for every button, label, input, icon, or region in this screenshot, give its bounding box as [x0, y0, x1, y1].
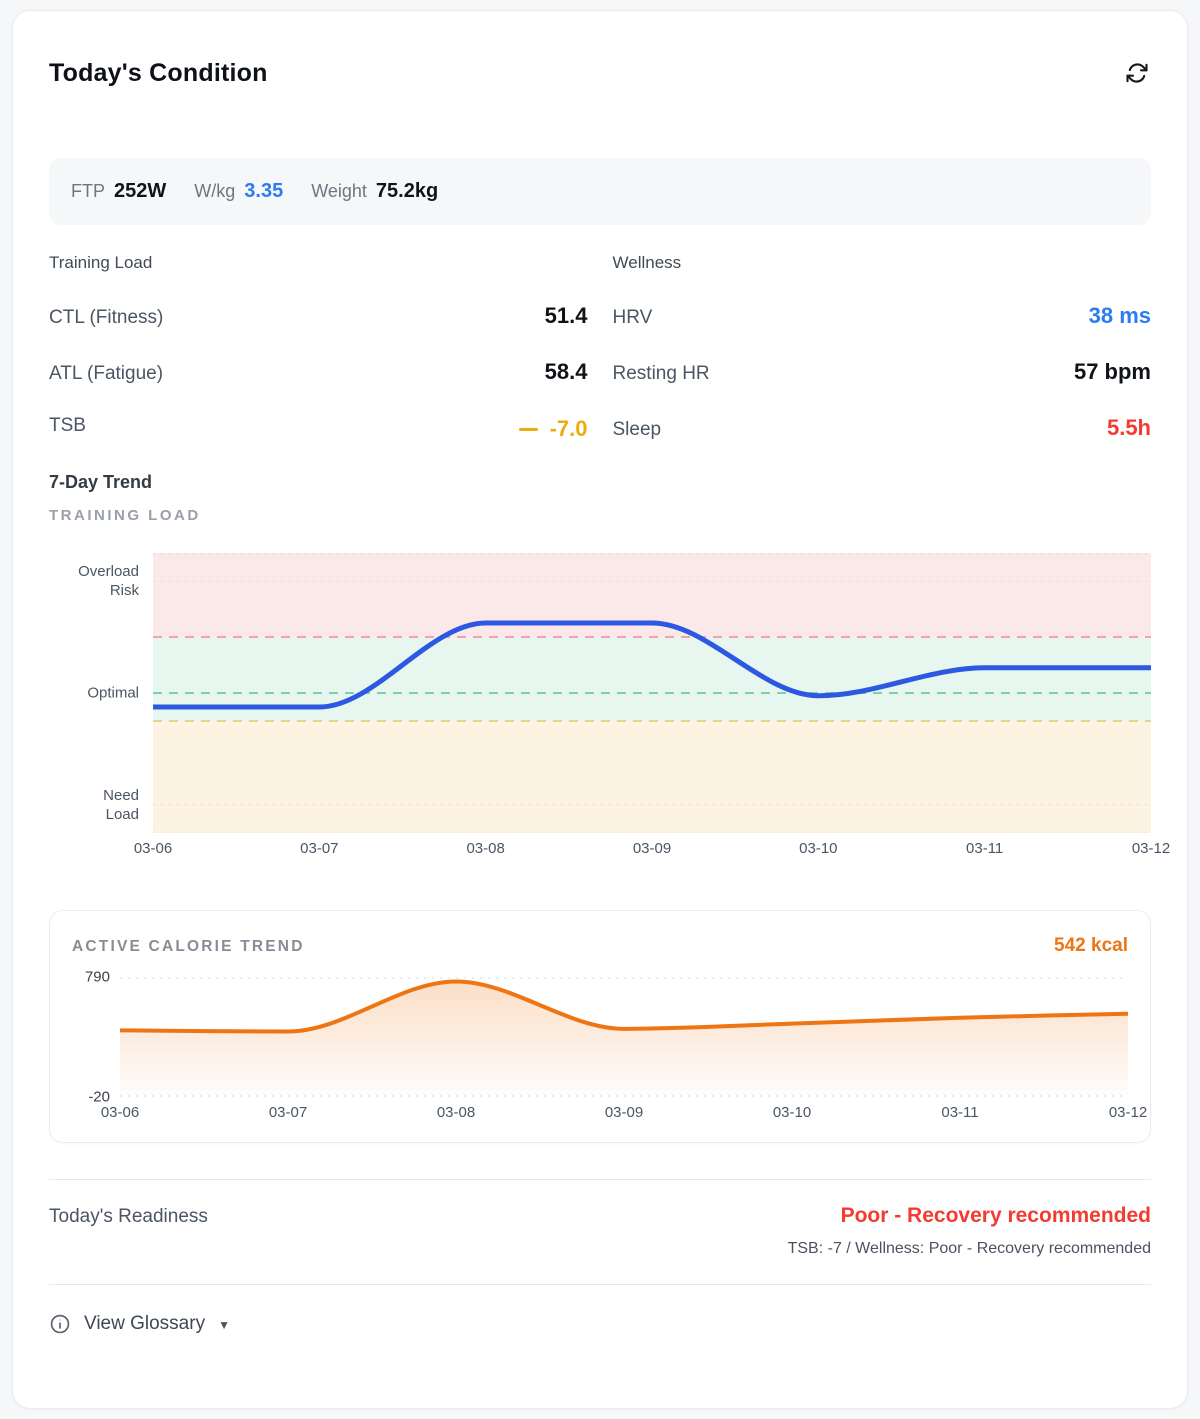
x-tick-label: 03-07 — [269, 1104, 307, 1121]
resting-hr-label: Resting HR — [613, 363, 710, 385]
y-tick-label: 790 — [85, 969, 110, 986]
readiness-status: Poor - Recovery recommended — [788, 1204, 1151, 1228]
y-zone-label: Optimal — [87, 684, 139, 703]
x-tick-label: 03-06 — [101, 1104, 139, 1121]
x-tick-label: 03-11 — [941, 1104, 978, 1121]
wkg-label: W/kg — [194, 181, 235, 202]
chevron-down-icon: ▼ — [218, 1316, 230, 1332]
tsb-number: -7.0 — [550, 416, 588, 442]
active-calorie-trend-label: ACTIVE CALORIE TREND — [72, 938, 305, 956]
y-zone-label: OverloadRisk — [78, 562, 139, 600]
x-tick-label: 03-10 — [773, 1104, 811, 1121]
metric-row-hrv: HRV 38 ms — [613, 303, 1152, 329]
view-glossary-toggle[interactable]: View Glossary ▼ — [49, 1313, 230, 1335]
card-header: Today's Condition — [49, 59, 1151, 88]
sleep-value: 5.5h — [1107, 415, 1151, 441]
wkg-stat: W/kg 3.35 — [194, 180, 283, 203]
info-icon — [49, 1313, 71, 1335]
x-tick-label: 03-11 — [966, 840, 1003, 857]
tsb-label: TSB — [49, 415, 86, 437]
calorie-plot — [120, 977, 1128, 1097]
atl-label: ATL (Fatigue) — [49, 363, 163, 385]
metric-row-sleep: Sleep 5.5h — [613, 415, 1152, 441]
calorie-current-value: 542 kcal — [1054, 935, 1128, 957]
refresh-button[interactable] — [1123, 59, 1151, 87]
ctl-label: CTL (Fitness) — [49, 307, 163, 329]
hrv-value: 38 ms — [1089, 303, 1151, 329]
training-load-section: Training Load CTL (Fitness) 51.4 ATL (Fa… — [49, 253, 588, 442]
training-load-chart-label: TRAINING LOAD — [49, 507, 1151, 524]
seven-day-trend-title: 7-Day Trend — [49, 472, 1151, 493]
training-load-line-svg — [153, 553, 1151, 833]
x-tick-label: 03-09 — [633, 840, 671, 857]
wkg-value: 3.35 — [244, 180, 283, 203]
weight-value: 75.2kg — [376, 180, 438, 203]
readiness-section: Today's Readiness Poor - Recovery recomm… — [49, 1204, 1151, 1258]
x-tick-label: 03-10 — [799, 840, 837, 857]
resting-hr-value: 57 bpm — [1074, 359, 1151, 385]
x-tick-label: 03-08 — [437, 1104, 475, 1121]
calorie-area-svg — [120, 977, 1128, 1097]
readiness-detail: TSB: -7 / Wellness: Poor - Recovery reco… — [788, 1240, 1151, 1258]
training-load-plot — [153, 553, 1151, 833]
calorie-y-axis-labels: 790-20 — [72, 977, 120, 1097]
readiness-label: Today's Readiness — [49, 1204, 208, 1228]
todays-condition-card: Today's Condition FTP 252W W/kg 3.35 — [12, 10, 1188, 1409]
weight-stat: Weight 75.2kg — [311, 180, 438, 203]
atl-value: 58.4 — [545, 359, 588, 385]
wellness-header: Wellness — [613, 253, 1152, 273]
ctl-value: 51.4 — [545, 303, 588, 329]
view-glossary-label: View Glossary — [84, 1313, 205, 1335]
training-load-chart: OverloadRisk Optimal NeedLoad 03-06 03-07 03… — [49, 553, 1151, 860]
wellness-section: Wellness HRV 38 ms Resting HR 57 bpm Sle… — [613, 253, 1152, 442]
hrv-label: HRV — [613, 307, 653, 329]
athlete-stats-bar: FTP 252W W/kg 3.35 Weight 75.2kg — [49, 158, 1151, 225]
x-tick-label: 03-12 — [1109, 1104, 1147, 1121]
metric-row-tsb: TSB -7.0 — [49, 415, 588, 442]
metric-row-atl: ATL (Fatigue) 58.4 — [49, 359, 588, 385]
weight-label: Weight — [311, 181, 367, 202]
ftp-label: FTP — [71, 181, 105, 202]
refresh-icon — [1125, 61, 1149, 85]
x-tick-label: 03-09 — [605, 1104, 643, 1121]
divider — [49, 1179, 1151, 1180]
chart-y-axis-labels: OverloadRisk Optimal NeedLoad — [49, 553, 153, 833]
page: Today's Condition FTP 252W W/kg 3.35 — [0, 0, 1200, 1419]
x-tick-label: 03-06 — [134, 840, 172, 857]
ftp-value: 252W — [114, 180, 166, 203]
active-calorie-card: ACTIVE CALORIE TREND 542 kcal 790-20 03-… — [49, 910, 1151, 1143]
flat-trend-icon — [519, 428, 538, 432]
ftp-stat: FTP 252W — [71, 180, 166, 203]
x-tick-label: 03-07 — [300, 840, 338, 857]
training-load-header: Training Load — [49, 253, 588, 273]
x-tick-label: 03-12 — [1132, 840, 1170, 857]
y-zone-label: NeedLoad — [103, 786, 139, 824]
sleep-label: Sleep — [613, 419, 662, 441]
metric-row-ctl: CTL (Fitness) 51.4 — [49, 303, 588, 329]
calorie-x-axis-labels: 03-0603-0703-0803-0903-1003-1103-12 — [120, 1102, 1128, 1124]
metric-row-resting-hr: Resting HR 57 bpm — [613, 359, 1152, 385]
chart-x-axis-labels: 03-0603-0703-0803-0903-1003-1103-12 — [153, 838, 1151, 860]
divider — [49, 1284, 1151, 1285]
metrics-grid: Training Load CTL (Fitness) 51.4 ATL (Fa… — [49, 253, 1151, 442]
tsb-value: -7.0 — [519, 416, 588, 442]
page-title: Today's Condition — [49, 59, 268, 88]
x-tick-label: 03-08 — [466, 840, 504, 857]
calorie-chart: 790-20 03-0603-0703-0803-0903-1003-1103-… — [72, 977, 1128, 1124]
